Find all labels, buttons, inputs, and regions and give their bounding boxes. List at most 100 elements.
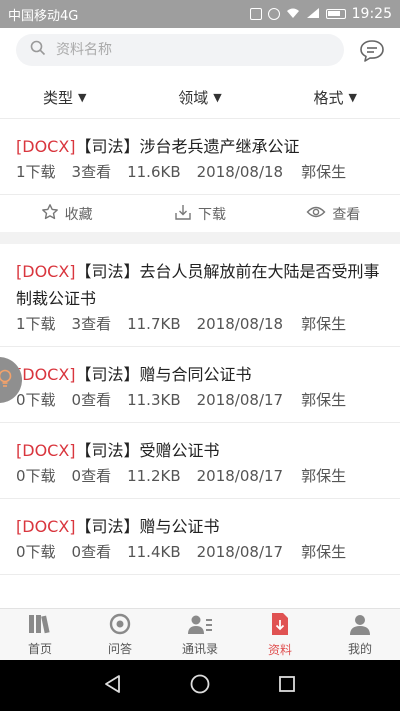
item-title: [DOCX]【司法】赠与公证书 bbox=[16, 513, 384, 540]
download-count: 1下载 bbox=[16, 163, 56, 181]
tab-materials[interactable]: 资料 bbox=[240, 609, 320, 660]
home-icon[interactable] bbox=[189, 673, 211, 699]
download-count: 0下载 bbox=[16, 543, 56, 561]
upload-date: 2018/08/17 bbox=[196, 467, 284, 485]
download-count: 0下载 bbox=[16, 391, 56, 409]
format-tag: [DOCX] bbox=[16, 517, 76, 536]
tab-label: 我的 bbox=[347, 641, 372, 656]
eye-icon bbox=[306, 204, 332, 224]
download-button[interactable]: 下载 bbox=[133, 195, 266, 232]
back-icon[interactable] bbox=[103, 674, 123, 698]
favorite-label: 收藏 bbox=[64, 206, 93, 223]
format-tag: [DOCX] bbox=[16, 365, 76, 384]
list-item[interactable]: [DOCX]【司法】受赠公证书 0下载 0查看 11.2KB 2018/08/1… bbox=[0, 423, 400, 499]
view-count: 0查看 bbox=[71, 467, 112, 485]
list-item[interactable]: [DOCX]【司法】赠与合同公证书 0下载 0查看 11.3KB 2018/08… bbox=[0, 347, 400, 423]
search-bar[interactable] bbox=[16, 34, 344, 66]
status-bar: 中国移动4G 19:25 bbox=[0, 0, 400, 28]
file-size: 11.6KB bbox=[127, 163, 181, 181]
item-title: [DOCX]【司法】受赠公证书 bbox=[16, 437, 384, 464]
books-icon bbox=[27, 613, 53, 640]
item-actions: 收藏 下载 查看 bbox=[0, 194, 400, 232]
view-label: 查看 bbox=[332, 206, 361, 223]
item-meta: 0下载 0查看 11.3KB 2018/08/17 郭保生 bbox=[16, 388, 384, 422]
format-tag: [DOCX] bbox=[16, 262, 76, 281]
filter-domain[interactable]: 领域 ▼ bbox=[148, 78, 253, 116]
download-count: 1下载 bbox=[16, 315, 56, 333]
lightbulb-icon bbox=[0, 367, 16, 393]
filter-format[interactable]: 格式 ▼ bbox=[252, 78, 400, 116]
item-title: [DOCX]【司法】去台人员解放前在大陆是否受刑事制裁公证书 bbox=[16, 258, 384, 312]
file-size: 11.2KB bbox=[127, 467, 181, 485]
filter-label: 领域 bbox=[178, 88, 209, 107]
caret-down-icon: ▼ bbox=[78, 90, 87, 104]
author-name: 郭保生 bbox=[301, 163, 347, 181]
caret-down-icon: ▼ bbox=[348, 90, 358, 104]
file-size: 11.3KB bbox=[127, 391, 181, 409]
caret-down-icon: ▼ bbox=[213, 90, 222, 104]
item-title: [DOCX]【司法】赠与合同公证书 bbox=[16, 361, 384, 388]
tab-qa[interactable]: 问答 bbox=[80, 609, 160, 660]
signal-icon bbox=[306, 7, 320, 22]
view-count: 3查看 bbox=[71, 163, 112, 181]
carrier-label: 中国移动4G bbox=[8, 8, 79, 24]
tab-label: 通讯录 bbox=[181, 641, 218, 656]
tab-label: 首页 bbox=[27, 641, 52, 656]
title-text: 【司法】受赠公证书 bbox=[75, 441, 220, 460]
qa-icon bbox=[108, 613, 132, 640]
vibrate-icon bbox=[249, 8, 262, 20]
upload-date: 2018/08/18 bbox=[196, 315, 284, 333]
author-name: 郭保生 bbox=[301, 467, 347, 485]
tab-label: 问答 bbox=[107, 641, 132, 656]
title-text: 【司法】赠与合同公证书 bbox=[75, 365, 252, 384]
status-icons bbox=[249, 7, 346, 22]
filter-bar: 类型 ▼ 领域 ▼ 格式 ▼ bbox=[0, 78, 400, 116]
upload-date: 2018/08/18 bbox=[196, 163, 284, 181]
tab-label: 资料 bbox=[267, 642, 292, 657]
filter-label: 格式 bbox=[313, 88, 344, 107]
download-count: 0下载 bbox=[16, 467, 56, 485]
list-item[interactable]: [DOCX]【司法】赠与公证书 0下载 0查看 11.4KB 2018/08/1… bbox=[0, 499, 400, 575]
file-download-icon bbox=[269, 612, 291, 641]
battery-icon bbox=[325, 9, 346, 19]
recents-icon[interactable] bbox=[277, 674, 297, 698]
search-icon bbox=[30, 40, 46, 60]
filter-type[interactable]: 类型 ▼ bbox=[0, 78, 148, 116]
item-meta: 1下载 3查看 11.7KB 2018/08/18 郭保生 bbox=[16, 312, 384, 346]
favorite-button[interactable]: 收藏 bbox=[0, 195, 133, 232]
file-size: 11.7KB bbox=[127, 315, 181, 333]
tab-me[interactable]: 我的 bbox=[320, 609, 400, 660]
document-list: [DOCX]【司法】涉台老兵遗产继承公证 1下载 3查看 11.6KB 2018… bbox=[0, 119, 400, 575]
author-name: 郭保生 bbox=[301, 543, 347, 561]
star-icon bbox=[41, 203, 65, 225]
file-size: 11.4KB bbox=[127, 543, 181, 561]
download-icon bbox=[174, 203, 198, 225]
format-tag: [DOCX] bbox=[16, 441, 76, 460]
item-meta: 1下载 3查看 11.6KB 2018/08/18 郭保生 bbox=[16, 160, 384, 194]
section-gap bbox=[0, 232, 400, 244]
contacts-icon bbox=[187, 613, 213, 640]
clock: 19:25 bbox=[351, 6, 392, 22]
view-button[interactable]: 查看 bbox=[267, 195, 400, 232]
item-title: [DOCX]【司法】涉台老兵遗产继承公证 bbox=[16, 133, 384, 160]
tab-contacts[interactable]: 通讯录 bbox=[160, 609, 240, 660]
system-nav-bar bbox=[0, 660, 400, 711]
chat-bubble-icon bbox=[358, 40, 386, 68]
tab-home[interactable]: 首页 bbox=[0, 609, 80, 660]
title-text: 【司法】赠与公证书 bbox=[75, 517, 220, 536]
format-tag: [DOCX] bbox=[16, 137, 76, 156]
view-count: 0查看 bbox=[71, 543, 112, 561]
message-button[interactable] bbox=[358, 38, 386, 64]
app-root: 中国移动4G 19:25 类型 ▼ 领域 bbox=[0, 0, 400, 711]
search-input[interactable] bbox=[56, 42, 306, 58]
view-count: 0查看 bbox=[71, 391, 112, 409]
download-label: 下载 bbox=[197, 206, 226, 223]
alarm-icon bbox=[267, 8, 280, 20]
item-meta: 0下载 0查看 11.4KB 2018/08/17 郭保生 bbox=[16, 540, 384, 574]
bottom-tab-bar: 首页 问答 通讯录 资料 我的 bbox=[0, 608, 400, 660]
view-count: 3查看 bbox=[71, 315, 112, 333]
list-item[interactable]: [DOCX]【司法】涉台老兵遗产继承公证 1下载 3查看 11.6KB 2018… bbox=[0, 119, 400, 232]
person-icon bbox=[348, 613, 372, 640]
author-name: 郭保生 bbox=[301, 391, 347, 409]
list-item[interactable]: [DOCX]【司法】去台人员解放前在大陆是否受刑事制裁公证书 1下载 3查看 1… bbox=[0, 244, 400, 347]
